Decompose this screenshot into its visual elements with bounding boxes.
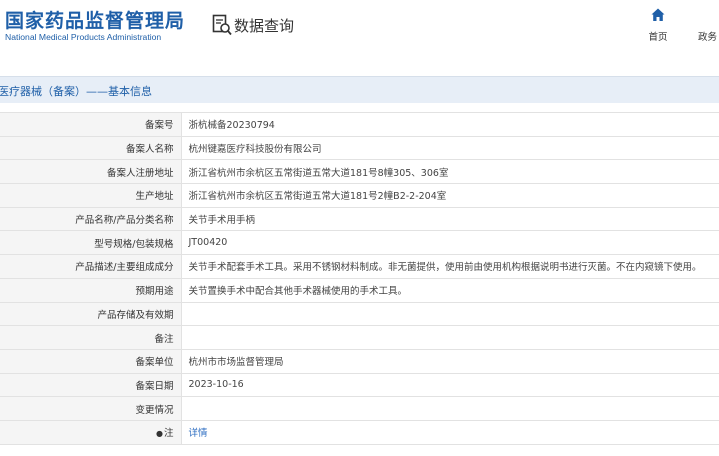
row-key: 备注 [0, 325, 182, 350]
table-row: 备案人名称 杭州键嘉医疗科技股份有限公司 [0, 136, 719, 161]
nav-home[interactable]: 首页 [643, 8, 673, 44]
table-row: 备案单位 杭州市市场监督管理局 [0, 349, 719, 374]
row-key: 预期用途 [0, 278, 182, 303]
section-title: 医疗器械（备案）——基本信息 [0, 85, 152, 98]
row-key: 产品存储及有效期 [0, 302, 182, 327]
row-value: 关节手术配套手术工具。采用不锈钢材料制成。非无菌提供，使用前由使用机构根据说明书… [181, 254, 719, 279]
row-key: 产品描述/主要组成成分 [0, 254, 182, 279]
row-key: 型号规格/包装规格 [0, 230, 182, 256]
table-row: 变更情况 [0, 396, 719, 421]
note-key: ●注 [0, 420, 182, 445]
row-key: 备案单位 [0, 349, 182, 374]
header: 国家药品监督管理局 National Medical Products Admi… [0, 0, 719, 66]
row-key: 产品名称/产品分类名称 [0, 207, 182, 232]
row-value: 杭州市市场监督管理局 [181, 349, 719, 374]
row-key: 备案人名称 [0, 136, 182, 161]
data-query-link[interactable]: 数据查询 [212, 12, 294, 38]
row-value: 浙江省杭州市余杭区五常街道五常大道181号2幢B2-2-204室 [181, 183, 719, 208]
table-row: 生产地址 浙江省杭州市余杭区五常街道五常大道181号2幢B2-2-204室 [0, 183, 719, 208]
row-key: 生产地址 [0, 183, 182, 208]
table-row: 备注 [0, 325, 719, 350]
table-row: 备案号 浙杭械备20230794 [0, 112, 719, 137]
row-key: 备案日期 [0, 373, 182, 398]
note-key-label: 注 [163, 428, 174, 440]
table-row: 产品名称/产品分类名称 关节手术用手柄 [0, 207, 719, 232]
table-row: 产品描述/主要组成成分 关节手术配套手术工具。采用不锈钢材料制成。非无菌提供，使… [0, 254, 719, 279]
table-row: 备案人注册地址 浙江省杭州市余杭区五常街道五常大道181号8幢305、306室 [0, 159, 719, 185]
nav-gov-affairs[interactable]: 政务 [698, 29, 717, 43]
table-row: 产品存储及有效期 [0, 302, 719, 327]
details-link[interactable]: 详情 [189, 428, 208, 439]
data-query-label: 数据查询 [234, 16, 295, 35]
note-value: 详情 [181, 420, 719, 445]
logo-title-en[interactable]: National Medical Products Administration [5, 32, 161, 42]
row-key: 备案人注册地址 [0, 159, 182, 185]
row-key: 备案号 [0, 112, 182, 137]
table-row: 型号规格/包装规格 JT00420 [0, 230, 719, 256]
row-value [181, 396, 719, 421]
row-value: 2023-10-16 [181, 373, 719, 398]
pin-icon: ● [156, 429, 163, 439]
nav-home-label: 首页 [648, 32, 668, 43]
logo-title-cn[interactable]: 国家药品监督管理局 [5, 6, 185, 33]
table-row: 备案日期 2023-10-16 [0, 373, 719, 398]
home-icon [651, 8, 665, 21]
section-bar: 医疗器械（备案）——基本信息 [0, 76, 719, 103]
row-value: 关节手术用手柄 [181, 207, 719, 232]
info-table: 备案号 浙杭械备20230794 备案人名称 杭州键嘉医疗科技股份有限公司 备案… [0, 112, 719, 445]
row-value: 浙江省杭州市余杭区五常街道五常大道181号8幢305、306室 [181, 159, 719, 185]
row-value: JT00420 [181, 230, 719, 256]
row-key: 变更情况 [0, 396, 182, 421]
search-document-icon [212, 14, 232, 36]
row-value: 关节置换手术中配合其他手术器械使用的手术工具。 [181, 278, 719, 303]
row-value [181, 325, 719, 350]
row-value: 浙杭械备20230794 [181, 112, 719, 137]
table-row: 预期用途 关节置换手术中配合其他手术器械使用的手术工具。 [0, 278, 719, 303]
row-value: 杭州键嘉医疗科技股份有限公司 [181, 136, 719, 161]
row-value [181, 302, 719, 327]
table-row: ●注 详情 [0, 420, 719, 445]
